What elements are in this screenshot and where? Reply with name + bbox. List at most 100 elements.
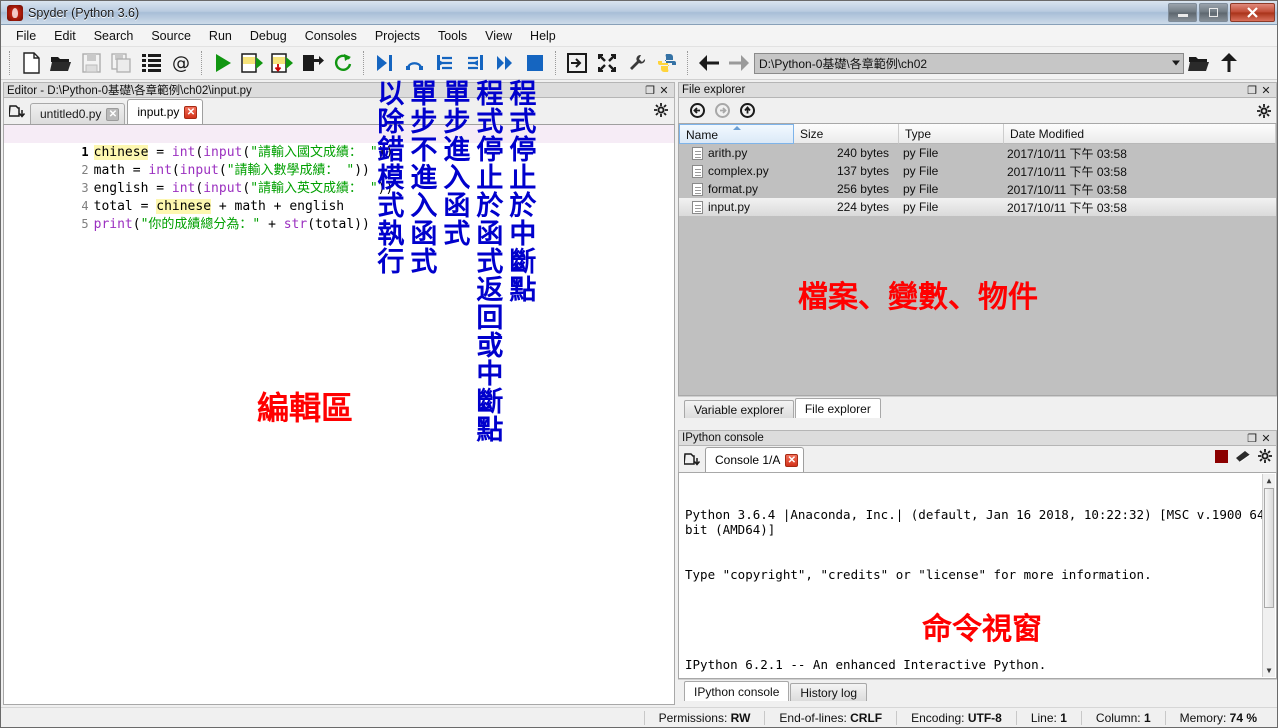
- file-explorer-options-gear-icon[interactable]: [1251, 100, 1276, 122]
- save-all-icon[interactable]: [106, 49, 136, 77]
- menu-help[interactable]: Help: [521, 27, 565, 45]
- console-close-button[interactable]: ✕: [1259, 432, 1273, 445]
- code-line[interactable]: 5 print("你的成績總分為：" + str(total)): [4, 197, 674, 232]
- step-return-icon[interactable]: [460, 49, 490, 77]
- run-icon[interactable]: [208, 49, 238, 77]
- code-line[interactable]: 3 english = int(input("請輸入英文成績： ")): [4, 161, 674, 196]
- file-name: complex.py: [708, 164, 769, 178]
- editor-undock-button[interactable]: ❐: [643, 84, 657, 97]
- back-arrow-icon[interactable]: [694, 49, 724, 77]
- menu-file[interactable]: File: [7, 27, 45, 45]
- menu-consoles[interactable]: Consoles: [296, 27, 366, 45]
- browse-folder-icon[interactable]: [1184, 49, 1214, 77]
- editor-tab-untitled0[interactable]: untitled0.py ✕: [30, 103, 126, 124]
- open-file-icon[interactable]: [46, 49, 76, 77]
- column-header-type[interactable]: Type: [899, 124, 1004, 144]
- run-cell-advance-icon[interactable]: [268, 49, 298, 77]
- tab-history-log[interactable]: History log: [790, 683, 868, 701]
- re-run-icon[interactable]: [328, 49, 358, 77]
- maximize-pane-icon[interactable]: [562, 49, 592, 77]
- minimize-button[interactable]: [1168, 3, 1197, 22]
- browse-tabs-icon[interactable]: [4, 100, 30, 124]
- tab-variable-explorer[interactable]: Variable explorer: [684, 400, 794, 418]
- up-circle-icon[interactable]: [735, 100, 760, 122]
- editor-options-gear-icon[interactable]: [648, 98, 674, 122]
- scroll-up-icon[interactable]: ▲: [1263, 474, 1275, 487]
- step-over-icon[interactable]: [400, 49, 430, 77]
- console-tab-console-1a[interactable]: Console 1/A ✕: [705, 447, 805, 472]
- code-line[interactable]: 4 total = chinese + math + english: [4, 179, 674, 214]
- menu-run[interactable]: Run: [200, 27, 241, 45]
- back-circle-icon[interactable]: [685, 100, 710, 122]
- close-icon[interactable]: ✕: [785, 453, 799, 467]
- column-header-name[interactable]: Name: [679, 124, 794, 144]
- sort-ascending-icon: [732, 126, 741, 130]
- file-size: 240 bytes: [836, 146, 889, 160]
- table-row[interactable]: complex.py 137 bytes py File 2017/10/11 …: [679, 162, 1276, 180]
- code-editor-area[interactable]: 1 chinese = int(input("請輸入國文成績： ")) 2 math…: [3, 124, 675, 705]
- code-line[interactable]: 2 math = int(input("請輸入數學成績： ")): [4, 143, 674, 178]
- debug-icon[interactable]: [370, 49, 400, 77]
- code-line[interactable]: 1 chinese = int(input("請輸入國文成績： ")): [4, 125, 674, 160]
- save-file-icon[interactable]: [76, 49, 106, 77]
- column-header-size[interactable]: Size: [794, 124, 899, 144]
- stop-debug-icon[interactable]: [520, 49, 550, 77]
- menu-view[interactable]: View: [476, 27, 521, 45]
- python-path-icon[interactable]: [652, 49, 682, 77]
- tab-ipython-console[interactable]: IPython console: [684, 681, 790, 701]
- working-directory-combo[interactable]: D:\Python-0基礎\各章範例\ch02: [754, 52, 1184, 74]
- run-cell-icon[interactable]: [238, 49, 268, 77]
- file-explorer-close-button[interactable]: ✕: [1259, 84, 1273, 97]
- preferences-icon[interactable]: [622, 49, 652, 77]
- code-token: print: [93, 217, 133, 232]
- table-row[interactable]: input.py 224 bytes py File 2017/10/11 下午…: [679, 198, 1276, 216]
- file-explorer-annotation: 檔案、變數、物件: [798, 280, 1038, 315]
- run-selection-icon[interactable]: [298, 49, 328, 77]
- chevron-down-icon[interactable]: [1172, 60, 1180, 66]
- console-browse-tabs-icon[interactable]: [679, 448, 705, 472]
- menu-tools[interactable]: Tools: [429, 27, 476, 45]
- file-explorer-undock-button[interactable]: ❐: [1245, 84, 1259, 97]
- file-explorer-panel: File explorer ❐ ✕ Name Size Type Date Mo…: [678, 82, 1277, 424]
- console-options-gear-icon[interactable]: [1258, 449, 1272, 466]
- step-into-icon[interactable]: [430, 49, 460, 77]
- menu-debug[interactable]: Debug: [241, 27, 296, 45]
- table-row[interactable]: arith.py 240 bytes py File 2017/10/11 下午…: [679, 144, 1276, 162]
- console-annotation: 命令視窗: [922, 612, 1042, 647]
- scroll-down-icon[interactable]: ▼: [1263, 664, 1275, 677]
- menu-search[interactable]: Search: [85, 27, 143, 45]
- stop-square-icon[interactable]: [1215, 449, 1228, 466]
- file-explorer-title-bar: File explorer ❐ ✕: [678, 82, 1277, 98]
- table-row[interactable]: format.py 256 bytes py File 2017/10/11 下…: [679, 180, 1276, 198]
- tab-file-explorer[interactable]: File explorer: [794, 398, 881, 418]
- forward-circle-icon[interactable]: [710, 100, 735, 122]
- editor-tab-input[interactable]: input.py ✕: [127, 99, 204, 124]
- parent-folder-icon[interactable]: [1214, 49, 1244, 77]
- file-explorer-table[interactable]: Name Size Type Date Modified arith.py 24…: [678, 123, 1277, 396]
- console-scrollbar[interactable]: ▲ ▼: [1262, 474, 1275, 677]
- menu-source[interactable]: Source: [142, 27, 200, 45]
- close-icon[interactable]: ✕: [184, 105, 198, 119]
- menu-projects[interactable]: Projects: [366, 27, 429, 45]
- console-output-area[interactable]: Python 3.6.4 |Anaconda, Inc.| (default, …: [678, 472, 1277, 679]
- close-button[interactable]: [1230, 3, 1275, 22]
- file-list-icon[interactable]: [136, 49, 166, 77]
- menu-edit[interactable]: Edit: [45, 27, 85, 45]
- console-line: IPython 6.2.1 -- An enhanced Interactive…: [685, 657, 1047, 672]
- at-sign-icon[interactable]: @: [166, 49, 196, 77]
- new-file-icon[interactable]: [16, 49, 46, 77]
- status-encoding: Encoding: UTF-8: [896, 710, 1016, 725]
- close-icon[interactable]: ✕: [106, 107, 120, 121]
- editor-close-button[interactable]: ✕: [657, 84, 671, 97]
- fullscreen-icon[interactable]: [592, 49, 622, 77]
- console-undock-button[interactable]: ❐: [1245, 432, 1259, 445]
- forward-arrow-icon[interactable]: [724, 49, 754, 77]
- eraser-icon[interactable]: [1235, 450, 1251, 466]
- scrollbar-thumb[interactable]: [1264, 488, 1274, 608]
- file-type: py File: [903, 146, 939, 160]
- maximize-button[interactable]: [1199, 3, 1228, 22]
- continue-icon[interactable]: [490, 49, 520, 77]
- column-header-date-modified[interactable]: Date Modified: [1004, 124, 1276, 144]
- status-line-label: Line:: [1030, 710, 1057, 725]
- status-memory-label: Memory:: [1179, 710, 1227, 725]
